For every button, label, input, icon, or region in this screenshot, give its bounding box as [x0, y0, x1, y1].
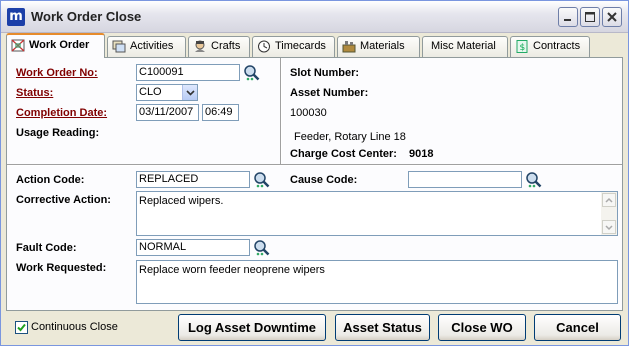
horizontal-divider [7, 164, 622, 166]
scrollbar[interactable] [601, 192, 617, 235]
tab-work-order[interactable]: Work Order [6, 33, 105, 58]
work-order-no-field[interactable]: C100091 [136, 64, 240, 81]
status-select[interactable]: CLO [136, 84, 198, 101]
log-asset-downtime-button[interactable]: Log Asset Downtime [178, 314, 326, 341]
lookup-icon[interactable] [253, 171, 271, 189]
work-order-close-window: m Work Order Close Work Order Activities… [0, 0, 629, 346]
asset-number-value: 100030 [290, 107, 327, 119]
charge-cost-center-label: Charge Cost Center: [290, 148, 397, 160]
minimize-button[interactable] [558, 7, 578, 27]
fault-code-label: Fault Code: [16, 242, 77, 254]
close-wo-button[interactable]: Close WO [438, 314, 526, 341]
action-code-field[interactable]: REPLACED [136, 171, 250, 188]
chevron-up-icon [605, 197, 613, 203]
status-label[interactable]: Status: [16, 87, 53, 99]
tab-materials[interactable]: Materials [337, 36, 420, 57]
chevron-down-icon [186, 90, 195, 96]
cause-code-field[interactable] [408, 171, 522, 188]
materials-icon [342, 41, 356, 53]
cause-code-label: Cause Code: [290, 174, 358, 186]
completion-date-label[interactable]: Completion Date: [16, 107, 107, 119]
contracts-icon: $ [516, 40, 528, 53]
tab-label: Contracts [533, 40, 581, 52]
window-title: Work Order Close [31, 9, 142, 24]
tab-label: Crafts [211, 40, 241, 52]
continuous-close-checkbox[interactable] [15, 321, 28, 334]
tab-label: Materials [360, 40, 405, 52]
tab-label: Work Order [29, 39, 90, 51]
minimize-icon [564, 19, 571, 21]
checkmark-icon [17, 323, 26, 332]
work-requested-text: Replace worn feeder neoprene wipers [139, 264, 325, 276]
tab-timecards[interactable]: Timecards [252, 36, 335, 57]
svg-text:$: $ [520, 43, 526, 53]
corrective-action-textarea[interactable]: Replaced wipers. [136, 191, 618, 236]
close-icon [607, 12, 617, 22]
tab-label: Misc Material [431, 40, 496, 52]
continuous-close-label[interactable]: Continuous Close [31, 321, 118, 333]
activities-icon [112, 40, 126, 53]
completion-date-field[interactable]: 03/11/2007 [136, 104, 199, 121]
clock-icon [258, 40, 270, 53]
slot-number-label: Slot Number: [290, 67, 360, 79]
scroll-down-button[interactable] [602, 220, 616, 234]
tab-misc-material[interactable]: Misc Material [422, 36, 508, 57]
title-bar[interactable]: m Work Order Close [1, 1, 628, 33]
tab-contracts[interactable]: $ Contracts [510, 36, 590, 57]
charge-cost-center-value: 9018 [409, 148, 434, 160]
tab-crafts[interactable]: Crafts [188, 36, 250, 57]
status-dropdown-button[interactable] [182, 85, 197, 100]
work-requested-label: Work Requested: [16, 262, 107, 274]
maximize-icon [585, 12, 595, 22]
tab-activities[interactable]: Activities [107, 36, 186, 57]
action-code-label: Action Code: [16, 174, 85, 186]
asset-number-label: Asset Number: [290, 87, 369, 99]
maximize-button[interactable] [580, 7, 600, 27]
status-value: CLO [139, 86, 162, 98]
corrective-action-text: Replaced wipers. [139, 195, 224, 207]
lookup-icon[interactable] [253, 239, 271, 257]
app-icon: m [7, 8, 25, 26]
tab-label: Activities [130, 40, 174, 52]
lookup-icon[interactable] [525, 171, 543, 189]
chevron-down-icon [605, 225, 613, 231]
work-order-panel: Work Order No: C100091 Status: CLO Compl… [6, 57, 623, 311]
completion-time-field[interactable]: 06:49 [202, 104, 239, 121]
close-window-button[interactable] [602, 7, 622, 27]
usage-reading-label: Usage Reading: [16, 127, 100, 139]
lookup-icon[interactable] [243, 64, 261, 82]
asset-status-button[interactable]: Asset Status [335, 314, 430, 341]
corrective-action-label: Corrective Action: [16, 194, 111, 206]
work-order-icon [11, 39, 25, 52]
fault-code-field[interactable]: NORMAL [136, 239, 250, 256]
cancel-button[interactable]: Cancel [534, 314, 621, 341]
tab-label: Timecards [275, 40, 326, 52]
work-order-no-label[interactable]: Work Order No: [16, 67, 98, 79]
vertical-divider [280, 58, 282, 164]
scroll-up-button[interactable] [602, 193, 616, 207]
crafts-icon [195, 40, 205, 52]
work-requested-textarea[interactable]: Replace worn feeder neoprene wipers [136, 260, 618, 304]
asset-description: Feeder, Rotary Line 18 [294, 131, 406, 143]
